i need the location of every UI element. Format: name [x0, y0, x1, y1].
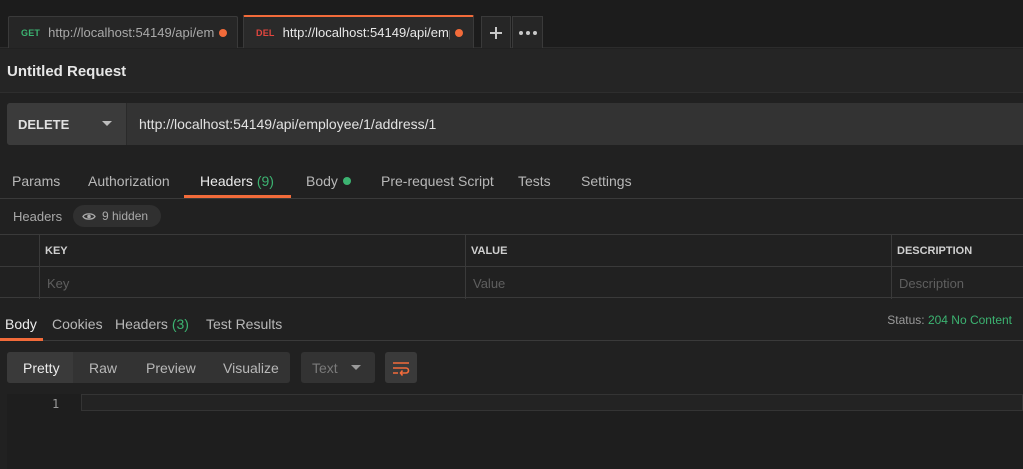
description-input[interactable]: Description — [899, 276, 964, 291]
tab-url: http://localhost:54149/api/empl... — [48, 25, 214, 40]
ellipsis-icon — [518, 30, 537, 35]
editor-gutter: 1 — [7, 394, 81, 469]
tab-headers[interactable]: Headers (9) — [200, 173, 274, 189]
request-tab-delete[interactable]: DEL http://localhost:54149/api/empl... — [243, 15, 474, 48]
column-header-description: DESCRIPTION — [897, 245, 973, 257]
tab-method: DEL — [256, 27, 275, 38]
wrap-lines-icon — [393, 361, 410, 376]
column-divider — [39, 235, 40, 299]
wrap-lines-button[interactable] — [385, 352, 417, 383]
view-mode-group: Pretty Raw Preview Visualize — [7, 352, 290, 383]
url-bar: DELETE http://localhost:54149/api/employ… — [7, 103, 1023, 145]
tab-authorization[interactable]: Authorization — [88, 173, 170, 189]
view-pretty-button[interactable]: Pretty — [23, 360, 60, 376]
response-tab-cookies[interactable]: Cookies — [52, 316, 103, 332]
status-value: 204 No Content — [927, 313, 1012, 327]
chevron-down-icon — [351, 365, 361, 370]
value-input[interactable]: Value — [473, 276, 505, 291]
response-headers-count: (3) — [171, 316, 189, 332]
method-select[interactable]: DELETE — [7, 103, 127, 145]
hidden-headers-label: 9 hidden — [102, 209, 149, 223]
tab-body-label: Body — [306, 173, 338, 189]
column-header-value: VALUE — [471, 245, 508, 257]
request-title-row: Untitled Request — [0, 49, 1023, 93]
key-input[interactable]: Key — [47, 276, 69, 291]
view-visualize-button[interactable]: Visualize — [223, 360, 279, 376]
active-tab-indicator — [184, 195, 291, 198]
active-response-tab-indicator — [0, 338, 43, 341]
request-tab-get[interactable]: GET http://localhost:54149/api/empl... — [8, 16, 238, 48]
status-label: Status: — [887, 313, 925, 327]
unsaved-dot-icon — [219, 28, 227, 37]
response-tab-test-results[interactable]: Test Results — [206, 316, 282, 332]
request-tabs: Params Authorization Headers (9) Body Pr… — [0, 163, 1023, 199]
tab-method: GET — [21, 27, 41, 38]
tab-body[interactable]: Body — [306, 173, 351, 189]
eye-icon — [82, 212, 96, 220]
tab-tests[interactable]: Tests — [518, 173, 551, 189]
response-tab-headers-label: Headers — [115, 316, 168, 332]
hidden-headers-toggle[interactable]: 9 hidden — [73, 205, 161, 227]
column-header-key: KEY — [45, 245, 68, 257]
tab-bar: GET http://localhost:54149/api/empl... D… — [0, 0, 1023, 48]
method-value: DELETE — [18, 116, 70, 132]
headers-table: KEY VALUE DESCRIPTION Key Value Descript… — [0, 234, 1023, 299]
url-input[interactable]: http://localhost:54149/api/employee/1/ad… — [127, 103, 1023, 145]
view-preview-button[interactable]: Preview — [146, 360, 196, 376]
tab-url: http://localhost:54149/api/empl... — [282, 25, 450, 40]
response-status: Status: 204 No Content — [887, 313, 1012, 327]
response-tab-headers[interactable]: Headers (3) — [115, 316, 189, 332]
new-tab-button[interactable] — [481, 16, 511, 48]
headers-count: (9) — [256, 173, 274, 189]
tab-pre-request-script[interactable]: Pre-request Script — [381, 173, 494, 189]
tab-params[interactable]: Params — [12, 173, 60, 189]
column-divider — [465, 235, 466, 299]
unsaved-dot-icon — [455, 28, 463, 37]
active-line — [81, 394, 1023, 411]
format-value: Text — [312, 359, 338, 376]
tab-settings[interactable]: Settings — [581, 173, 632, 189]
response-tabs: Body Cookies Headers (3) Test Results — [0, 304, 1023, 341]
plus-icon — [490, 26, 502, 39]
status-dot-icon — [342, 177, 351, 185]
view-raw-button[interactable]: Raw — [89, 360, 117, 376]
headers-section-label: Headers — [13, 209, 63, 224]
format-select[interactable]: Text — [301, 352, 375, 383]
column-divider — [891, 235, 892, 299]
request-title[interactable]: Untitled Request — [7, 63, 126, 80]
more-tabs-button[interactable] — [512, 16, 543, 48]
tab-headers-label: Headers — [200, 173, 253, 189]
line-number: 1 — [52, 397, 60, 411]
response-tab-body[interactable]: Body — [5, 316, 37, 332]
chevron-down-icon — [102, 121, 112, 126]
row-divider — [0, 266, 1023, 267]
response-editor[interactable]: 1 — [7, 394, 1023, 469]
